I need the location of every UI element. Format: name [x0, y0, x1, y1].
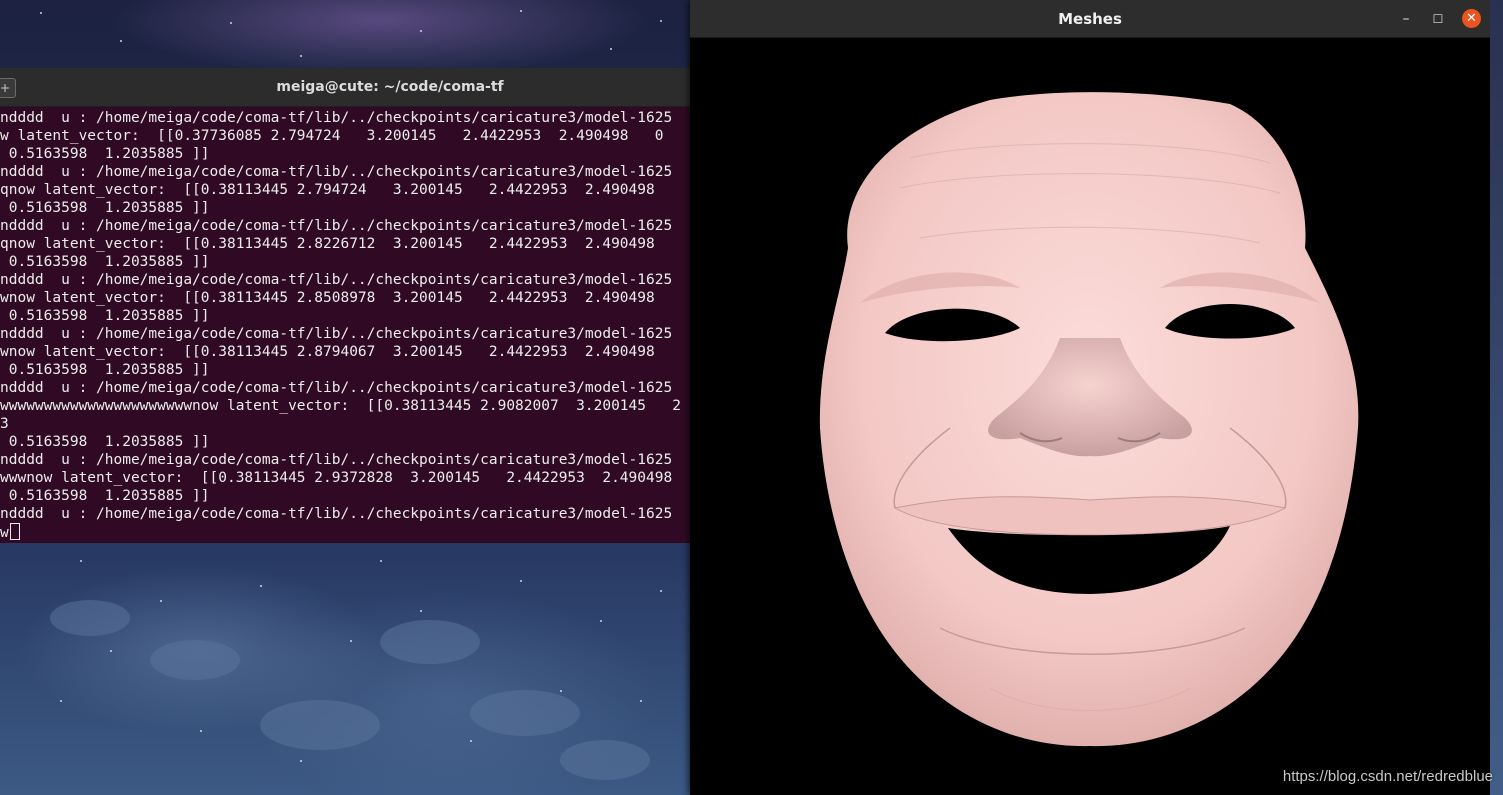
star — [420, 30, 422, 32]
terminal-title: meiga@cute: ~/code/coma-tf — [276, 79, 504, 95]
star — [80, 560, 82, 562]
cloud — [380, 620, 480, 664]
terminal-line: 0.5163598 1.2035885 ]] — [0, 362, 210, 378]
star — [300, 55, 302, 57]
terminal-line: 0.5163598 1.2035885 ]] — [0, 434, 210, 450]
terminal-line: 0.5163598 1.2035885 ]] — [0, 200, 210, 216]
terminal-line: ndddd u : /home/meiga/code/coma-tf/lib/.… — [0, 506, 673, 522]
meshes-title: Meshes — [1058, 10, 1122, 28]
terminal-prompt-line[interactable]: w — [0, 523, 690, 541]
face-mesh-render — [819, 92, 1359, 747]
terminal-window[interactable]: + meiga@cute: ~/code/coma-tf ndddd u : /… — [0, 68, 690, 543]
cloud — [470, 690, 580, 736]
star — [470, 740, 472, 742]
star — [600, 620, 602, 622]
prompt-text: w — [0, 525, 9, 541]
terminal-line: ndddd u : /home/meiga/code/coma-tf/lib/.… — [0, 218, 673, 234]
star — [60, 700, 62, 702]
star — [520, 580, 522, 582]
terminal-line: 0.5163598 1.2035885 ]] — [0, 146, 210, 162]
terminal-line: ndddd u : /home/meiga/code/coma-tf/lib/.… — [0, 452, 673, 468]
terminal-line: 0.5163598 1.2035885 ]] — [0, 308, 210, 324]
star — [560, 690, 562, 692]
star — [40, 12, 42, 14]
star — [640, 700, 642, 702]
star — [350, 640, 352, 642]
star — [660, 590, 662, 592]
close-button[interactable]: ✕ — [1462, 9, 1481, 28]
text-cursor — [9, 523, 20, 540]
terminal-line: wnow latent_vector: [[0.38113445 2.87940… — [0, 344, 655, 360]
star — [110, 650, 112, 652]
terminal-line: wwwnow latent_vector: [[0.38113445 2.937… — [0, 470, 673, 486]
terminal-line: 0.5163598 1.2035885 ]] — [0, 488, 210, 504]
terminal-line: qnow latent_vector: [[0.38113445 2.79472… — [0, 182, 655, 198]
terminal-line: ndddd u : /home/meiga/code/coma-tf/lib/.… — [0, 272, 673, 288]
star — [420, 610, 422, 612]
minimize-button[interactable]: – — [1396, 9, 1416, 29]
star — [230, 22, 232, 24]
cloud — [260, 700, 380, 750]
desktop-edge — [1490, 0, 1503, 795]
cloud — [150, 640, 240, 680]
terminal-line: 3 — [0, 416, 9, 432]
star — [660, 20, 662, 22]
star — [200, 730, 202, 732]
terminal-line: 0.5163598 1.2035885 ]] — [0, 254, 210, 270]
terminal-line: wwwwwwwwwwwwwwwwwwwwwwnow latent_vector:… — [0, 398, 681, 414]
terminal-line: ndddd u : /home/meiga/code/coma-tf/lib/.… — [0, 164, 673, 180]
terminal-line: wnow latent_vector: [[0.38113445 2.85089… — [0, 290, 655, 306]
terminal-line: ndddd u : /home/meiga/code/coma-tf/lib/.… — [0, 110, 673, 126]
cloud — [50, 600, 130, 636]
maximize-button[interactable]: ☐ — [1428, 9, 1448, 29]
terminal-line: ndddd u : /home/meiga/code/coma-tf/lib/.… — [0, 380, 673, 396]
star — [260, 585, 262, 587]
meshes-window[interactable]: Meshes – ☐ ✕ — [690, 0, 1490, 795]
star — [380, 560, 382, 562]
star — [120, 40, 122, 42]
watermark-text: https://blog.csdn.net/redredblue — [1282, 768, 1493, 785]
terminal-line: w latent_vector: [[0.37736085 2.794724 3… — [0, 128, 664, 144]
terminal-line: ndddd u : /home/meiga/code/coma-tf/lib/.… — [0, 326, 673, 342]
cloud — [560, 740, 650, 780]
star — [160, 600, 162, 602]
terminal-line: qnow latent_vector: [[0.38113445 2.82267… — [0, 236, 655, 252]
star — [520, 10, 522, 12]
terminal-output[interactable]: ndddd u : /home/meiga/code/coma-tf/lib/.… — [0, 107, 690, 543]
mesh-viewport[interactable] — [690, 38, 1490, 795]
star — [300, 760, 302, 762]
star — [610, 48, 612, 50]
meshes-titlebar[interactable]: Meshes – ☐ ✕ — [690, 0, 1490, 38]
terminal-titlebar[interactable]: + meiga@cute: ~/code/coma-tf — [0, 68, 690, 107]
